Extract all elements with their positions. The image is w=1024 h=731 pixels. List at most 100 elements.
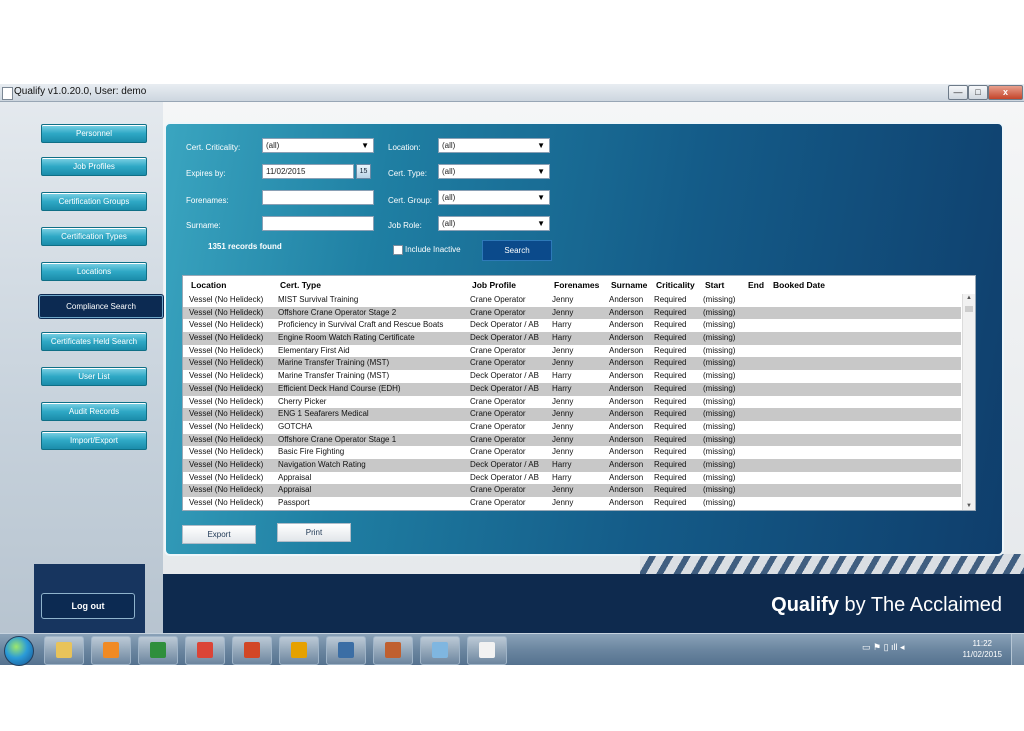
vertical-scrollbar[interactable]: ▲ ▼: [962, 294, 975, 510]
table-row[interactable]: Vessel (No Helideck) Appraisal Crane Opera…: [183, 484, 961, 497]
print-button[interactable]: Print: [277, 523, 351, 542]
forenames-input[interactable]: [262, 190, 374, 205]
include-inactive-checkbox[interactable]: [393, 245, 403, 255]
sidebar-item-import-export[interactable]: Import/Export: [41, 431, 147, 450]
logout-button[interactable]: Log out: [41, 593, 135, 619]
cell-job-profile: Crane Operator: [470, 434, 526, 444]
table-row[interactable]: Vessel (No Helideck) Proficiency in Survi…: [183, 319, 961, 332]
sidebar-item-user-list[interactable]: User List: [41, 367, 147, 386]
cell-criticality: Required: [654, 459, 687, 469]
taskbar-button-document[interactable]: [467, 636, 507, 665]
cert-criticality-select[interactable]: (all) ▼: [262, 138, 374, 153]
show-desktop-button[interactable]: [1011, 634, 1024, 665]
cell-forenames: Jenny: [552, 434, 574, 444]
column-header-cert-type[interactable]: Cert. Type: [280, 280, 321, 290]
cell-job-profile: Crane Operator: [470, 409, 526, 419]
table-row[interactable]: Vessel (No Helideck) Basic Fire Fighting C…: [183, 446, 961, 459]
cell-start: (missing): [703, 320, 736, 330]
cell-job-profile: Crane Operator: [470, 447, 526, 457]
table-row[interactable]: Vessel (No Helideck) GOTCHA Crane Operator…: [183, 421, 961, 434]
taskbar-button-media-player[interactable]: [91, 636, 131, 665]
column-header-start[interactable]: Start: [705, 280, 724, 290]
table-row[interactable]: Vessel (No Helideck) Engine Room Watch Ra…: [183, 332, 961, 345]
column-header-end[interactable]: End: [748, 280, 764, 290]
export-button[interactable]: Export: [182, 525, 256, 544]
table-row[interactable]: Vessel (No Helideck) Cherry Picker Crane O…: [183, 396, 961, 409]
taskbar-button-chrome[interactable]: [185, 636, 225, 665]
taskbar-button-powerpoint[interactable]: [232, 636, 272, 665]
chrome-icon: [197, 642, 213, 658]
cell-start: (missing): [703, 333, 736, 343]
cell-criticality: Required: [654, 345, 687, 355]
sidebar-item-certification-groups[interactable]: Certification Groups: [41, 192, 147, 211]
close-button[interactable]: x: [988, 85, 1023, 100]
cell-cert-type: Engine Room Watch Rating Certificate: [278, 333, 415, 343]
cell-job-profile: Crane Operator: [470, 358, 526, 368]
cell-location: Vessel (No Helideck): [189, 498, 264, 507]
taskbar-button-paint[interactable]: [420, 636, 460, 665]
table-row[interactable]: Vessel (No Helideck) Efficient Deck Hand …: [183, 382, 961, 396]
cert-group-select[interactable]: (all) ▼: [438, 190, 550, 205]
surname-input[interactable]: [262, 216, 374, 231]
cell-job-profile: Crane Operator: [470, 421, 526, 431]
job-role-select[interactable]: (all) ▼: [438, 216, 550, 231]
taskbar-button-explorer[interactable]: [44, 636, 84, 665]
taskbar-button-outlook[interactable]: [279, 636, 319, 665]
table-row[interactable]: Vessel (No Helideck) ENG 1 Seafarers Medi…: [183, 408, 961, 421]
table-row[interactable]: Vessel (No Helideck) Appraisal Deck Operat…: [183, 472, 961, 485]
sidebar-item-job-profiles[interactable]: Job Profiles: [41, 157, 147, 176]
column-header-criticality[interactable]: Criticality: [656, 280, 695, 290]
cert-criticality-label: Cert. Criticality:: [186, 143, 241, 152]
minimize-button[interactable]: —: [948, 85, 968, 100]
cell-criticality: Required: [654, 358, 687, 368]
application-window: Qualify v1.0.20.0, User: demo — □ x Pers…: [0, 84, 1024, 664]
column-header-forenames[interactable]: Forenames: [554, 280, 599, 290]
cert-type-select[interactable]: (all) ▼: [438, 164, 550, 179]
cell-forenames: Harry: [552, 472, 572, 482]
column-header-location[interactable]: Location: [191, 280, 226, 290]
scroll-down-icon[interactable]: ▼: [963, 503, 975, 509]
search-button[interactable]: Search: [482, 240, 552, 261]
table-row[interactable]: Vessel (No Helideck) Marine Transfer Trai…: [183, 370, 961, 383]
column-header-job-profile[interactable]: Job Profile: [472, 280, 516, 290]
sidebar-item-compliance-search[interactable]: Compliance Search: [39, 295, 163, 318]
cell-location: Vessel (No Helideck): [189, 396, 264, 406]
cell-job-profile: Deck Operator / AB: [470, 383, 539, 393]
cell-job-profile: Deck Operator / AB: [470, 333, 539, 343]
cell-start: (missing): [703, 396, 736, 406]
start-button[interactable]: [4, 636, 34, 666]
system-tray[interactable]: ▭ ⚑ ▯ ıll ◂: [862, 642, 905, 653]
table-row[interactable]: Vessel (No Helideck) Offshore Crane Opera…: [183, 433, 961, 447]
expires-by-label: Expires by:: [186, 169, 226, 178]
column-header-surname[interactable]: Surname: [611, 280, 647, 290]
taskbar-button-excel[interactable]: [138, 636, 178, 665]
sidebar-item-certification-types[interactable]: Certification Types: [41, 227, 147, 246]
calendar-icon[interactable]: 15: [356, 164, 371, 179]
sidebar-item-personnel[interactable]: Personnel: [41, 124, 147, 143]
cell-criticality: Required: [654, 421, 687, 431]
table-row[interactable]: Vessel (No Helideck) Navigation Watch Rat…: [183, 458, 961, 472]
table-row[interactable]: Vessel (No Helideck) Passport Crane Operat…: [183, 497, 961, 510]
cell-surname: Anderson: [609, 472, 644, 482]
column-header-booked-date[interactable]: Booked Date: [773, 280, 825, 290]
sidebar-item-locations[interactable]: Locations: [41, 262, 147, 281]
cell-location: Vessel (No Helideck): [189, 459, 264, 469]
sidebar-item-certificates-held-search[interactable]: Certificates Held Search: [41, 332, 147, 351]
cell-cert-type: Efficient Deck Hand Course (EDH): [278, 383, 401, 393]
scroll-thumb[interactable]: [965, 306, 973, 312]
table-row[interactable]: Vessel (No Helideck) Marine Transfer Trai…: [183, 357, 961, 371]
taskbar-button-window[interactable]: [326, 636, 366, 665]
taskbar-button-app[interactable]: [373, 636, 413, 665]
cell-cert-type: ENG 1 Seafarers Medical: [278, 409, 369, 419]
maximize-button[interactable]: □: [968, 85, 988, 100]
sidebar-item-audit-records[interactable]: Audit Records: [41, 402, 147, 421]
window-icon: [338, 642, 354, 658]
location-select[interactable]: (all) ▼: [438, 138, 550, 153]
table-row[interactable]: Vessel (No Helideck) MIST Survival Traini…: [183, 294, 961, 307]
table-row[interactable]: Vessel (No Helideck) Elementary First Aid…: [183, 345, 961, 358]
expires-by-input[interactable]: 11/02/2015: [262, 164, 354, 179]
scroll-up-icon[interactable]: ▲: [963, 295, 975, 301]
location-label: Location:: [388, 143, 421, 152]
table-row[interactable]: Vessel (No Helideck) Offshore Crane Opera…: [183, 306, 961, 320]
taskbar-clock[interactable]: 11:22 11/02/2015: [963, 638, 1002, 660]
